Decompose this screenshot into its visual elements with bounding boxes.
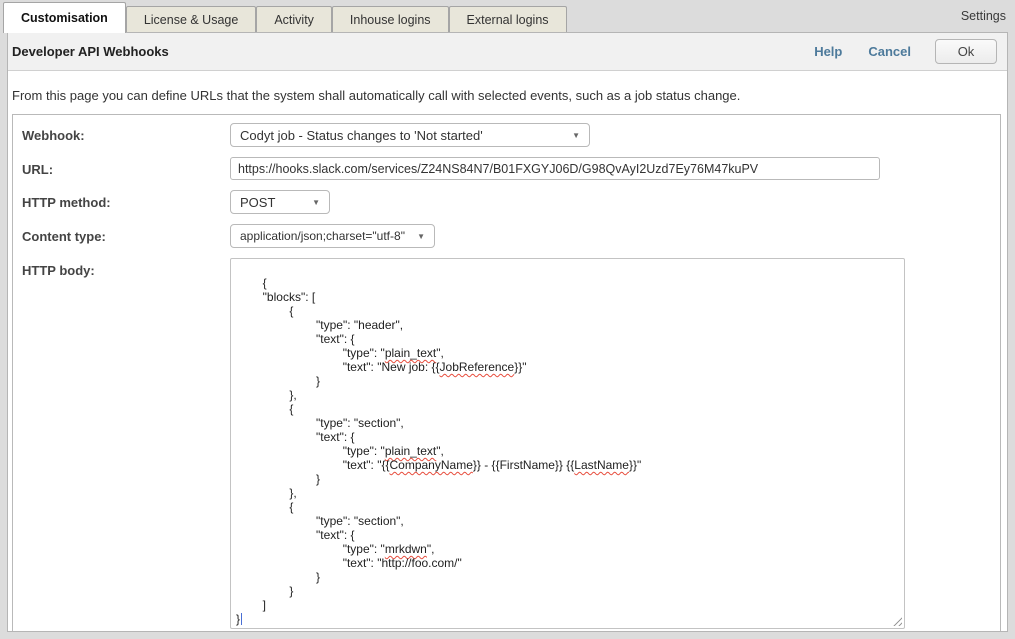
http-method-label: HTTP method: — [13, 190, 230, 210]
webhook-select[interactable]: Codyt job - Status changes to 'Not start… — [230, 123, 590, 147]
tab-license-usage[interactable]: License & Usage — [126, 6, 257, 32]
ok-button[interactable]: Ok — [935, 39, 997, 64]
cancel-link[interactable]: Cancel — [868, 44, 911, 59]
customisation-panel: Developer API Webhooks Help Cancel Ok Fr… — [7, 32, 1008, 632]
url-input[interactable] — [230, 157, 880, 180]
tab-bar: Customisation License & Usage Activity I… — [0, 0, 1015, 32]
http-method-select-value: POST — [240, 195, 302, 210]
webhook-row: Webhook: Codyt job - Status changes to '… — [13, 123, 1000, 147]
tab-external-logins[interactable]: External logins — [449, 6, 567, 32]
url-row: URL: — [13, 157, 1000, 180]
http-body-editor[interactable]: { "blocks": [ { "type": "header", "text"… — [230, 258, 905, 629]
chevron-down-icon: ▼ — [572, 131, 580, 140]
http-body-label: HTTP body: — [13, 258, 230, 278]
webhook-label: Webhook: — [13, 123, 230, 143]
content-type-select[interactable]: application/json;charset="utf-8" ▼ — [230, 224, 435, 248]
url-label: URL: — [13, 157, 230, 177]
http-method-select[interactable]: POST ▼ — [230, 190, 330, 214]
panel-header: Developer API Webhooks Help Cancel Ok — [8, 33, 1007, 71]
page-title: Developer API Webhooks — [12, 44, 169, 59]
resize-handle-icon[interactable] — [891, 615, 902, 626]
text-caret — [241, 613, 242, 625]
help-link[interactable]: Help — [814, 44, 842, 59]
http-body-text: { "blocks": [ { "type": "header", "text"… — [236, 276, 641, 626]
content-type-label: Content type: — [13, 224, 230, 244]
content-type-row: Content type: application/json;charset="… — [13, 224, 1000, 248]
tab-customisation[interactable]: Customisation — [3, 2, 126, 33]
http-method-row: HTTP method: POST ▼ — [13, 190, 1000, 214]
content-type-select-value: application/json;charset="utf-8" — [240, 229, 407, 243]
tab-activity[interactable]: Activity — [256, 6, 332, 32]
webhook-select-value: Codyt job - Status changes to 'Not start… — [240, 128, 562, 143]
http-body-row: HTTP body: { "blocks": [ { "type": "head… — [13, 258, 1000, 629]
chevron-down-icon: ▼ — [312, 198, 320, 207]
webhook-form: Webhook: Codyt job - Status changes to '… — [12, 114, 1001, 631]
tab-inhouse-logins[interactable]: Inhouse logins — [332, 6, 449, 32]
intro-text: From this page you can define URLs that … — [12, 88, 997, 103]
chevron-down-icon: ▼ — [417, 232, 425, 241]
